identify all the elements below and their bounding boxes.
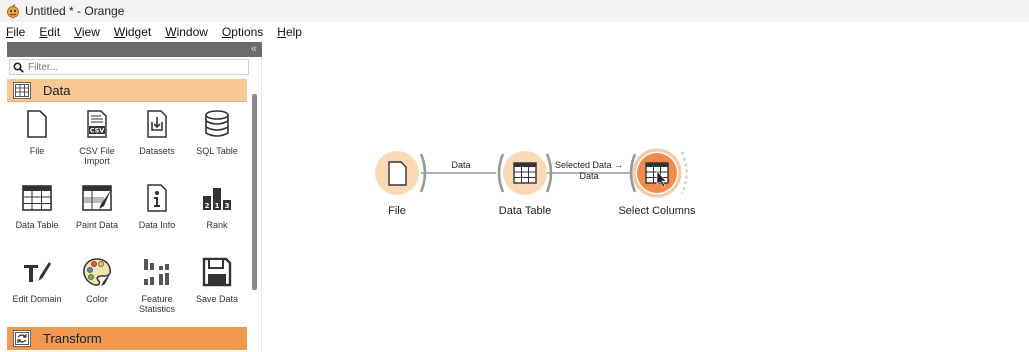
widget-csv-file-import[interactable]: CSV CSV File Import (67, 104, 127, 178)
menu-help[interactable]: Help (277, 25, 302, 39)
edit-domain-icon (24, 262, 51, 282)
node-select-columns[interactable] (629, 148, 688, 198)
link-label-selected-data: Selected Data → (554, 160, 624, 170)
save-icon (202, 257, 232, 287)
palette-icon (83, 258, 111, 286)
widget-label: Color (86, 294, 108, 304)
category-transform[interactable]: Transform (7, 327, 247, 350)
widget-edit-domain[interactable]: Edit Domain (7, 252, 67, 326)
filter-input[interactable] (28, 61, 228, 73)
link-label-data: Data (451, 160, 471, 170)
node-label-file: File (388, 205, 406, 217)
widget-data-info[interactable]: Data Info (127, 178, 187, 252)
menu-view[interactable]: View (74, 25, 100, 39)
transform-icon (13, 330, 31, 347)
search-icon (13, 61, 24, 73)
dock-scrollbar[interactable] (252, 94, 257, 290)
rank-icon: 2 1 3 (203, 188, 231, 210)
workflow-canvas[interactable]: Data Selected Data → Data File Data Tabl… (263, 42, 1029, 352)
widget-sql-table[interactable]: SQL Table (187, 104, 247, 178)
workflow-graphics (375, 148, 688, 198)
bars-icon (144, 259, 169, 285)
title-bar: Untitled * - Orange (0, 0, 1029, 22)
category-transform-label: Transform (43, 331, 102, 346)
widget-datasets[interactable]: Datasets (127, 104, 187, 178)
widget-label: Edit Domain (12, 294, 62, 304)
widget-label: Feature Statistics (138, 294, 175, 314)
collapse-dock-button[interactable]: « (251, 43, 257, 55)
category-data[interactable]: Data (7, 79, 247, 102)
widget-label: Rank (206, 220, 228, 230)
menu-edit[interactable]: Edit (39, 25, 60, 39)
widget-label: Paint Data (75, 220, 119, 230)
widget-data-table[interactable]: Data Table (7, 178, 67, 252)
menu-bar: File Edit View Widget Window Options Hel… (0, 22, 1029, 42)
menu-file[interactable]: File (6, 25, 25, 39)
info-icon (147, 184, 167, 212)
widget-label: File (29, 146, 45, 156)
svg-text:1: 1 (215, 202, 220, 210)
menu-options[interactable]: Options (222, 25, 263, 39)
datasets-icon (147, 110, 167, 138)
widget-paint-data[interactable]: Paint Data (67, 178, 127, 252)
table-icon (13, 81, 31, 99)
widget-label: Data Table (15, 220, 59, 230)
widget-dock: « Data File (7, 42, 262, 352)
database-icon (205, 110, 229, 137)
orange-app-icon (7, 4, 19, 18)
widget-file[interactable]: File (7, 104, 67, 178)
widget-feature-statistics[interactable]: Feature Statistics (127, 252, 187, 326)
dock-header: « (7, 42, 262, 57)
menu-widget[interactable]: Widget (114, 25, 151, 39)
node-data-table[interactable] (497, 151, 553, 195)
svg-text:2: 2 (205, 202, 210, 210)
widget-label: Datasets (139, 146, 175, 156)
node-label-select-columns: Select Columns (618, 205, 696, 217)
widget-label: Save Data (195, 294, 239, 304)
widget-grid: File CSV CSV File Import Datasets SQL Ta… (7, 104, 247, 326)
paint-icon (82, 185, 112, 211)
widget-label: SQL Table (196, 146, 238, 156)
widget-label: CSV File Import (79, 146, 115, 166)
table-icon (22, 185, 52, 211)
filter-box[interactable] (9, 59, 249, 75)
node-file[interactable] (375, 151, 427, 195)
link-label-data-target: Data (579, 171, 599, 181)
widget-save-data[interactable]: Save Data (187, 252, 247, 326)
window-title: Untitled * - Orange (25, 4, 125, 18)
svg-text:3: 3 (225, 202, 230, 210)
category-data-label: Data (43, 82, 71, 98)
csv-icon: CSV (87, 110, 107, 138)
node-label-data-table: Data Table (498, 205, 552, 217)
widget-rank[interactable]: 2 1 3 Rank (187, 178, 247, 252)
svg-text:CSV: CSV (90, 127, 105, 135)
file-icon (27, 110, 47, 138)
widget-color[interactable]: Color (67, 252, 127, 326)
menu-window[interactable]: Window (165, 25, 208, 39)
widget-label: Data Info (138, 220, 176, 230)
